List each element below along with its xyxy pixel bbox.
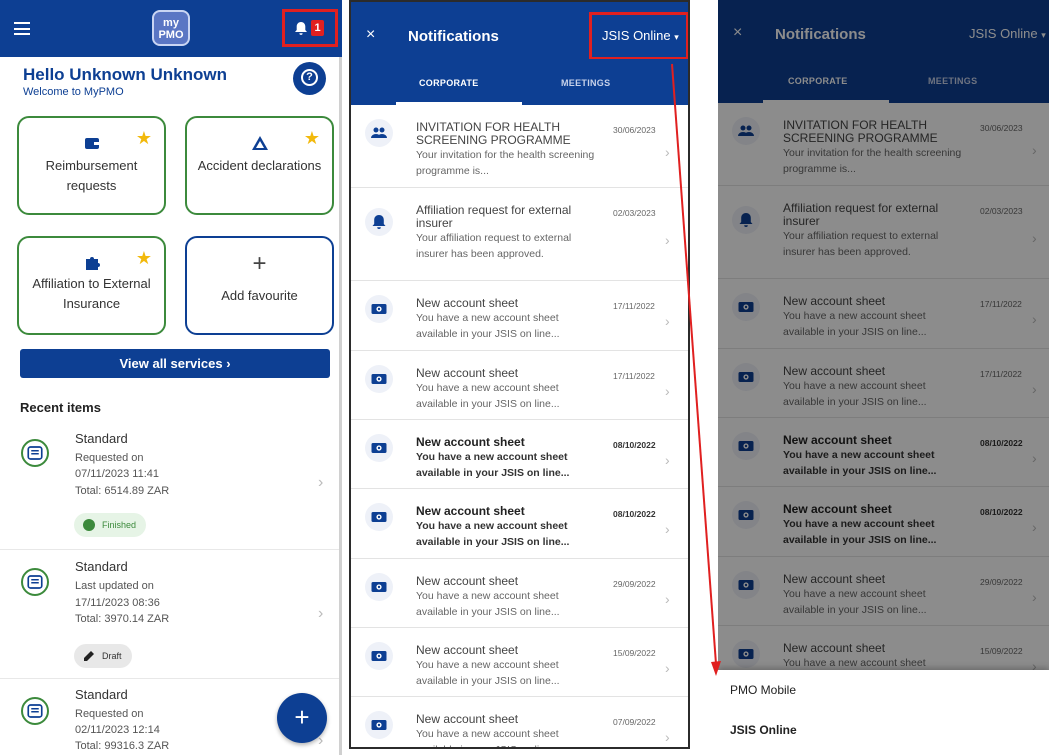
annotation-arrow xyxy=(671,63,721,676)
